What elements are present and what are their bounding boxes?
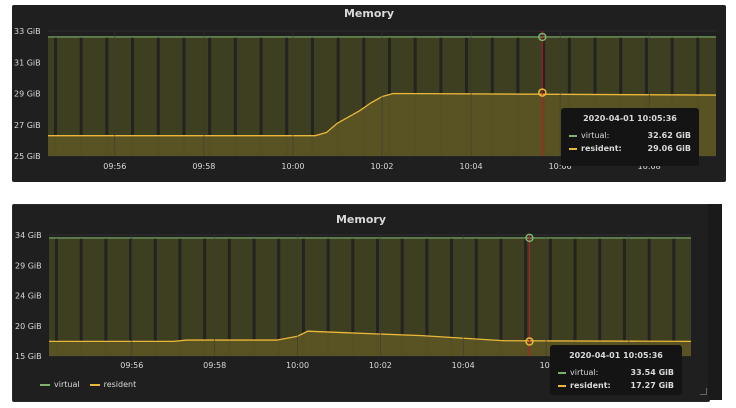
y-tick-label: 29 GiB	[15, 261, 42, 270]
tooltip-series-value: 17.27 GiB	[630, 381, 675, 390]
hover-tooltip: 2020-04-01 10:05:36 virtual: 33.54 GiB r…	[550, 345, 682, 395]
gap-stripe	[227, 237, 231, 356]
panel-gutter	[708, 204, 722, 400]
y-tick-label: 31 GiB	[14, 58, 41, 67]
tooltip-row-virtual: virtual: 33.54 GiB	[558, 366, 674, 379]
y-tick-label: 25 GiB	[14, 152, 41, 161]
gap-stripe	[203, 237, 207, 356]
y-tick-label: 34 GiB	[15, 231, 42, 240]
tooltip-time: 2020-04-01 10:05:36	[569, 351, 663, 360]
tooltip-series-value: 33.54 GiB	[630, 368, 675, 377]
tooltip-series-name: resident:	[581, 144, 622, 153]
x-tick-label: 10:00	[286, 361, 309, 370]
y-tick-label: 27 GiB	[14, 121, 41, 130]
gap-stripe	[79, 237, 83, 356]
resize-handle[interactable]	[700, 388, 707, 395]
gap-stripe	[178, 237, 182, 356]
x-tick-label: 09:58	[203, 361, 226, 370]
y-tick-label: 20 GiB	[15, 322, 42, 331]
x-tick-label: 10:02	[369, 361, 392, 370]
gap-stripe	[647, 237, 651, 356]
resident-swatch	[558, 384, 566, 387]
gap-stripe	[104, 237, 108, 356]
tooltip-row-resident: resident: 17.27 GiB	[558, 379, 674, 392]
tooltip-series-name: virtual:	[581, 131, 610, 140]
legend-label: virtual	[54, 380, 80, 389]
y-tick-label: 15 GiB	[15, 352, 42, 361]
x-tick-label: 10:04	[460, 162, 483, 171]
gap-stripe	[277, 237, 281, 356]
tooltip-row-virtual: virtual: 32.62 GiB	[569, 129, 691, 142]
x-tick-label: 09:58	[192, 162, 215, 171]
legend-swatch	[40, 383, 50, 386]
gap-stripe	[153, 237, 157, 356]
y-tick-label: 33 GiB	[14, 27, 41, 36]
x-tick-label: 09:56	[103, 162, 126, 171]
tooltip-time: 2020-04-01 10:05:36	[583, 114, 677, 123]
gap-stripe	[598, 237, 602, 356]
gap-stripe	[55, 237, 58, 356]
tooltip-row-resident: resident: 29.06 GiB	[569, 142, 691, 155]
resident-swatch	[569, 147, 577, 150]
virtual-swatch	[569, 134, 577, 137]
y-tick-label: 29 GiB	[14, 90, 41, 99]
chart-legend: virtual resident	[40, 380, 146, 389]
gap-stripe	[252, 237, 256, 356]
tooltip-series-name: resident:	[570, 381, 611, 390]
x-tick-label: 10:04	[452, 361, 475, 370]
x-tick-label: 10:02	[370, 162, 393, 171]
legend-label: resident	[103, 380, 137, 389]
legend-item-virtual[interactable]: virtual	[40, 380, 80, 389]
legend-item-resident[interactable]: resident	[89, 380, 137, 389]
gap-stripe	[524, 237, 528, 356]
gap-stripe	[672, 237, 676, 356]
legend-swatch	[89, 383, 100, 386]
memory-panel-top: Memory 25 GiB 27 GiB 29 GiB 31 GiB 33 GiB 09:…	[12, 5, 726, 182]
x-tick-label: 10:00	[281, 162, 304, 171]
tooltip-series-value: 29.06 GiB	[647, 144, 692, 153]
x-tick-label: 09:56	[120, 361, 143, 370]
hover-tooltip: 2020-04-01 10:05:36 virtual: 32.62 GiB r…	[561, 108, 699, 166]
y-tick-label: 24 GiB	[15, 292, 42, 301]
gap-stripe	[573, 237, 577, 356]
tooltip-series-name: virtual:	[570, 368, 599, 377]
gap-stripe	[548, 237, 552, 356]
tooltip-series-value: 32.62 GiB	[647, 131, 692, 140]
gap-stripe	[499, 237, 503, 356]
gap-stripe	[622, 237, 626, 356]
virtual-swatch	[558, 371, 566, 374]
